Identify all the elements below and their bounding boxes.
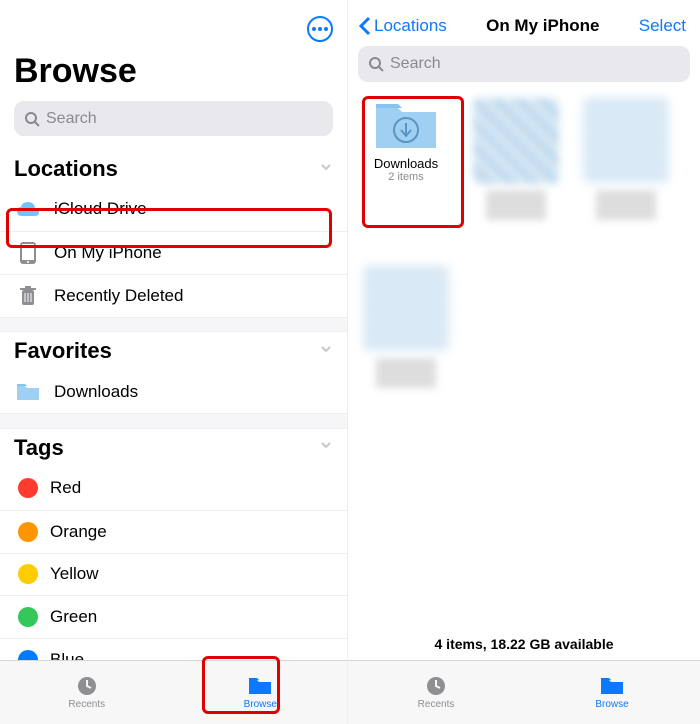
tag-red[interactable]: Red (0, 467, 347, 510)
tag-orange[interactable]: Orange (0, 510, 347, 553)
tag-dot-icon (18, 607, 38, 627)
folder-downloads[interactable]: Downloads 2 items (354, 92, 458, 226)
tag-dot-icon (18, 564, 38, 584)
trash-icon (14, 285, 42, 307)
pixelated-thumbnail (583, 98, 669, 184)
storage-status: 4 items, 18.22 GB available (348, 636, 700, 652)
downloads-folder-icon (372, 98, 440, 152)
tag-yellow[interactable]: Yellow (0, 553, 347, 596)
chevron-down-icon (319, 342, 333, 361)
tab-recents[interactable]: Recents (348, 661, 524, 724)
tab-recents[interactable]: Recents (0, 661, 174, 724)
tab-browse[interactable]: Browse (174, 661, 348, 724)
search-placeholder: Search (46, 110, 97, 128)
folder-icon (14, 381, 42, 403)
location-icloud-drive[interactable]: iCloud Drive (0, 188, 347, 231)
pixelated-thumbnail (363, 266, 449, 352)
chevron-left-icon (358, 16, 372, 36)
grid-item[interactable] (574, 92, 678, 226)
search-icon (368, 56, 384, 72)
search-field[interactable]: Search (14, 101, 333, 136)
tag-green[interactable]: Green (0, 595, 347, 638)
favorite-downloads[interactable]: Downloads (0, 370, 347, 413)
folder-subtitle: 2 items (388, 171, 423, 183)
folder-contents-pane: Locations On My iPhone Select Search (348, 0, 700, 724)
tab-bar-right: Recents Browse (348, 660, 700, 724)
search-placeholder: Search (390, 55, 441, 73)
phone-icon (14, 242, 42, 264)
chevron-down-icon (319, 160, 333, 179)
location-on-my-iphone[interactable]: On My iPhone (0, 231, 347, 274)
chevron-down-icon (319, 438, 333, 457)
tag-dot-icon (18, 522, 38, 542)
tab-bar-left: Recents Browse (0, 660, 347, 724)
pixelated-thumbnail (473, 98, 559, 184)
locations-header[interactable]: Locations (0, 150, 347, 188)
grid-item[interactable] (354, 260, 458, 394)
tag-dot-icon (18, 478, 38, 498)
search-icon (24, 111, 40, 127)
tags-header[interactable]: Tags (0, 429, 347, 467)
grid-item[interactable] (464, 92, 568, 226)
folder-name: Downloads (374, 156, 438, 171)
select-button[interactable]: Select (639, 16, 686, 36)
favorites-header[interactable]: Favorites (0, 332, 347, 370)
more-icon[interactable] (307, 16, 333, 42)
tab-browse[interactable]: Browse (524, 661, 700, 724)
location-recently-deleted[interactable]: Recently Deleted (0, 274, 347, 317)
clock-icon (74, 675, 100, 697)
page-title: Browse (0, 48, 347, 101)
clock-icon (423, 675, 449, 697)
browse-pane: Browse Search Locations iCloud Drive On … (0, 0, 348, 724)
folder-title: On My iPhone (486, 16, 599, 36)
folder-icon (247, 675, 273, 697)
cloud-icon (14, 198, 42, 220)
folder-icon (599, 675, 625, 697)
back-button[interactable]: Locations (358, 16, 447, 36)
search-field-right[interactable]: Search (358, 46, 690, 82)
